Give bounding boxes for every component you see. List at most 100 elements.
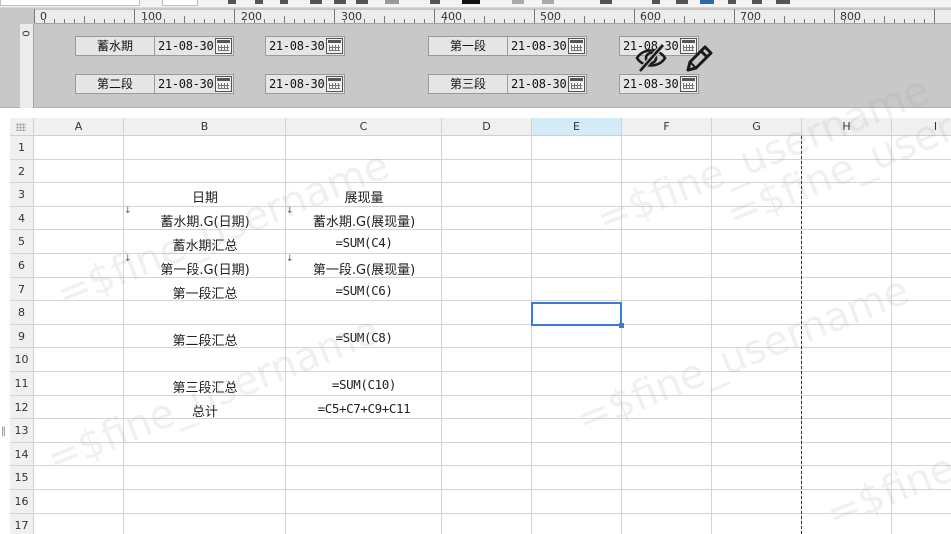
row-header-9[interactable]: 9 bbox=[10, 324, 34, 349]
label-disanduan: 第三段 bbox=[428, 74, 508, 94]
row-header-17[interactable]: 17 bbox=[10, 513, 34, 534]
cell-b3[interactable]: 日期 bbox=[124, 187, 286, 206]
cell-c4[interactable]: 蓄水期.G(展现量) bbox=[286, 211, 442, 230]
insert-icon[interactable] bbox=[600, 0, 612, 4]
split-icon[interactable] bbox=[542, 0, 554, 4]
label-diyiduan: 第一段 bbox=[428, 36, 508, 56]
slash-icon[interactable] bbox=[752, 0, 762, 4]
font-size-select[interactable] bbox=[162, 0, 198, 6]
merge-icon[interactable] bbox=[512, 0, 524, 4]
grid-col-line bbox=[711, 136, 712, 534]
italic-icon[interactable] bbox=[255, 0, 263, 4]
underline-icon[interactable] bbox=[280, 0, 288, 4]
font-family-select[interactable] bbox=[0, 0, 140, 6]
ruler-tick bbox=[694, 19, 695, 23]
row-header-2[interactable]: 2 bbox=[10, 159, 34, 184]
date-field-dierduan-start[interactable]: 21-08-30 bbox=[154, 74, 234, 94]
spreadsheet[interactable]: ‖ ABCDEFGHI 1 2 3 4 5 6 7 8 9 10 11 12 13 14 15 16 17 日期… bbox=[0, 108, 951, 534]
cell-b11[interactable]: 第三段汇总 bbox=[124, 377, 286, 396]
date-field-disanduan-start[interactable]: 21-08-30 bbox=[507, 74, 587, 94]
ruler-tick bbox=[794, 19, 795, 23]
ruler-tick bbox=[224, 19, 225, 23]
date-field-diyiduan-start[interactable]: 21-08-30 bbox=[507, 36, 587, 56]
cell-c11[interactable]: =SUM(C10) bbox=[286, 377, 442, 392]
column-header-d[interactable]: D bbox=[442, 118, 532, 136]
row-header-14[interactable]: 14 bbox=[10, 442, 34, 467]
cell-b9[interactable]: 第二段汇总 bbox=[124, 330, 286, 349]
table-icon[interactable] bbox=[776, 0, 790, 4]
column-header-e[interactable]: E bbox=[532, 118, 622, 136]
row-header-11[interactable]: 11 bbox=[10, 372, 34, 396]
cell-c9[interactable]: =SUM(C8) bbox=[286, 330, 442, 345]
column-header-f[interactable]: F bbox=[622, 118, 712, 136]
calendar-icon[interactable] bbox=[326, 38, 343, 54]
column-header-h[interactable]: H bbox=[802, 118, 892, 136]
ruler-tick bbox=[534, 9, 535, 23]
selected-cell-e8[interactable] bbox=[531, 302, 624, 328]
formula-icon[interactable] bbox=[652, 0, 660, 4]
align-left-icon[interactable] bbox=[310, 0, 322, 4]
calendar-icon[interactable] bbox=[215, 76, 232, 92]
select-all-corner[interactable] bbox=[10, 118, 34, 136]
date-field-xushuiqi-start[interactable]: 21-08-30 bbox=[154, 36, 234, 56]
ruler-tick bbox=[874, 19, 875, 23]
grid-row-line bbox=[34, 371, 951, 372]
date-field-dierduan-end[interactable]: 21-08-30 bbox=[265, 74, 345, 94]
row-header-8[interactable]: 8 bbox=[10, 301, 34, 325]
ruler-tick bbox=[94, 19, 95, 23]
label-xushuiqi: 蓄水期 bbox=[75, 36, 155, 56]
image-icon[interactable] bbox=[700, 0, 714, 4]
date-field-disanduan-end[interactable]: 21-08-30 bbox=[619, 74, 699, 94]
column-header-a[interactable]: A bbox=[34, 118, 124, 136]
grid-row-line bbox=[34, 323, 951, 325]
align-right-icon[interactable] bbox=[356, 0, 368, 4]
link-icon[interactable] bbox=[728, 0, 736, 4]
column-header-i[interactable]: I bbox=[892, 118, 951, 136]
cell-c6[interactable]: 第一段.G(展现量) bbox=[286, 259, 442, 278]
align-center-icon[interactable] bbox=[334, 0, 346, 4]
ruler-tick bbox=[274, 19, 275, 23]
cell-c12[interactable]: =C5+C7+C9+C11 bbox=[286, 401, 442, 416]
pencil-icon[interactable] bbox=[682, 42, 716, 76]
row-header-6[interactable]: 6 bbox=[10, 254, 34, 278]
bold-icon[interactable] bbox=[228, 0, 236, 4]
cell-b4[interactable]: 蓄水期.G(日期) bbox=[124, 211, 286, 230]
calendar-icon[interactable] bbox=[215, 38, 232, 54]
row-header-13[interactable]: 13 bbox=[10, 419, 34, 443]
column-header-c[interactable]: C bbox=[286, 118, 442, 136]
row-header-10[interactable]: 10 bbox=[10, 348, 34, 372]
row-header-16[interactable]: 16 bbox=[10, 490, 34, 514]
border-icon[interactable] bbox=[385, 0, 399, 4]
cell-b6[interactable]: 第一段.G(日期) bbox=[124, 259, 286, 278]
cell-c3[interactable]: 展现量 bbox=[286, 187, 442, 206]
row-header-5[interactable]: 5 bbox=[10, 230, 34, 254]
cell-b7[interactable]: 第一段汇总 bbox=[124, 283, 286, 302]
calendar-icon[interactable] bbox=[568, 76, 585, 92]
row-header-4[interactable]: 4 bbox=[10, 206, 34, 231]
fill-color-icon[interactable] bbox=[430, 0, 440, 4]
row-header-15[interactable]: 15 bbox=[10, 466, 34, 490]
date-field-xushuiqi-end[interactable]: 21-08-30 bbox=[265, 36, 345, 56]
label-dierduan: 第二段 bbox=[75, 74, 155, 94]
row-header-7[interactable]: 7 bbox=[10, 277, 34, 302]
ruler-tick bbox=[864, 19, 865, 23]
splitter-handle[interactable]: ‖ bbox=[0, 108, 10, 534]
font-color-icon[interactable] bbox=[462, 0, 480, 4]
cell-b5[interactable]: 蓄水期汇总 bbox=[124, 235, 286, 254]
cell-c5[interactable]: =SUM(C4) bbox=[286, 235, 442, 250]
chart-icon[interactable] bbox=[676, 0, 688, 4]
row-header-12[interactable]: 12 bbox=[10, 395, 34, 420]
calendar-icon[interactable] bbox=[568, 38, 585, 54]
column-header-b[interactable]: B bbox=[124, 118, 286, 136]
ruler-tick bbox=[554, 19, 555, 23]
calendar-icon[interactable] bbox=[680, 76, 697, 92]
ruler-tick bbox=[234, 9, 235, 23]
calendar-icon[interactable] bbox=[326, 76, 343, 92]
eye-slash-icon[interactable] bbox=[634, 42, 668, 74]
row-header-3[interactable]: 3 bbox=[10, 183, 34, 207]
row-header-1[interactable]: 1 bbox=[10, 136, 34, 160]
cell-c7[interactable]: =SUM(C6) bbox=[286, 283, 442, 298]
cell-b12[interactable]: 总计 bbox=[124, 401, 286, 420]
column-header-g[interactable]: G bbox=[712, 118, 802, 136]
ruler-tick bbox=[764, 19, 765, 23]
